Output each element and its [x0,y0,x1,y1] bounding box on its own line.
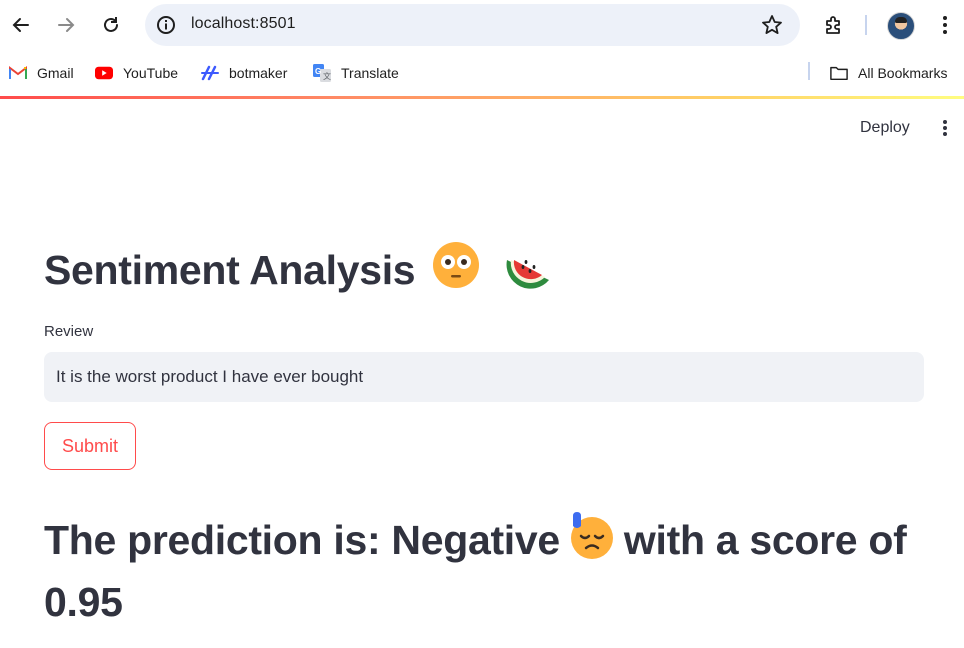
all-bookmarks-label: All Bookmarks [858,65,948,81]
bookmark-label: botmaker [229,65,288,81]
reload-button[interactable] [95,9,127,41]
downcast-face-with-sweat-icon [568,512,616,574]
bookmarks-bar: Gmail YouTube botmaker G文 Translate All … [0,50,964,96]
app-decoration-bar [0,96,964,99]
bookmarks-separator [808,62,810,80]
youtube-icon [95,64,113,82]
all-bookmarks-button[interactable]: All Bookmarks [830,63,947,83]
folder-icon [830,64,848,82]
bookmark-translate[interactable]: G文 Translate [313,63,399,83]
reload-icon [104,17,118,32]
back-button[interactable] [5,9,37,41]
forward-button[interactable] [50,9,82,41]
toolbar-separator [865,15,867,35]
back-arrow-icon [12,18,29,32]
flushed-face-icon [431,240,481,300]
translate-icon: G文 [313,64,331,82]
url-text[interactable]: localhost:8501 [191,15,296,33]
deploy-button[interactable]: Deploy [848,115,922,141]
profile-avatar[interactable] [887,12,915,40]
review-input[interactable] [44,352,924,402]
prediction-result: The prediction is: Negative with a score … [44,512,924,630]
site-info-icon[interactable] [154,13,178,37]
vertical-dots-icon [943,16,947,34]
watermelon-icon [503,240,553,300]
forward-arrow-icon [58,18,75,32]
bookmark-youtube[interactable]: YouTube [95,63,178,83]
address-bar[interactable]: localhost:8501 [145,4,800,46]
prediction-prefix: The prediction is: Negative [44,517,560,563]
browser-menu-button[interactable] [931,11,959,39]
bookmark-botmaker[interactable]: botmaker [201,63,287,83]
page-title: Sentiment Analysis [44,240,553,300]
bookmark-gmail[interactable]: Gmail [9,63,74,83]
bookmark-star-icon[interactable] [760,13,784,37]
svg-text:文: 文 [323,71,331,81]
gmail-icon [9,64,27,82]
svg-text:G: G [315,67,321,76]
review-label: Review [44,323,94,340]
app-main-menu-button[interactable] [933,114,957,142]
bookmark-label: Translate [341,65,399,81]
page-title-text: Sentiment Analysis [44,246,416,293]
bookmark-label: YouTube [123,65,179,81]
browser-toolbar: localhost:8501 [0,0,964,50]
bookmark-label: Gmail [37,65,74,81]
extensions-icon[interactable] [820,11,848,39]
vertical-dots-icon [943,120,947,136]
botmaker-icon [201,64,219,82]
submit-button[interactable]: Submit [44,422,136,470]
